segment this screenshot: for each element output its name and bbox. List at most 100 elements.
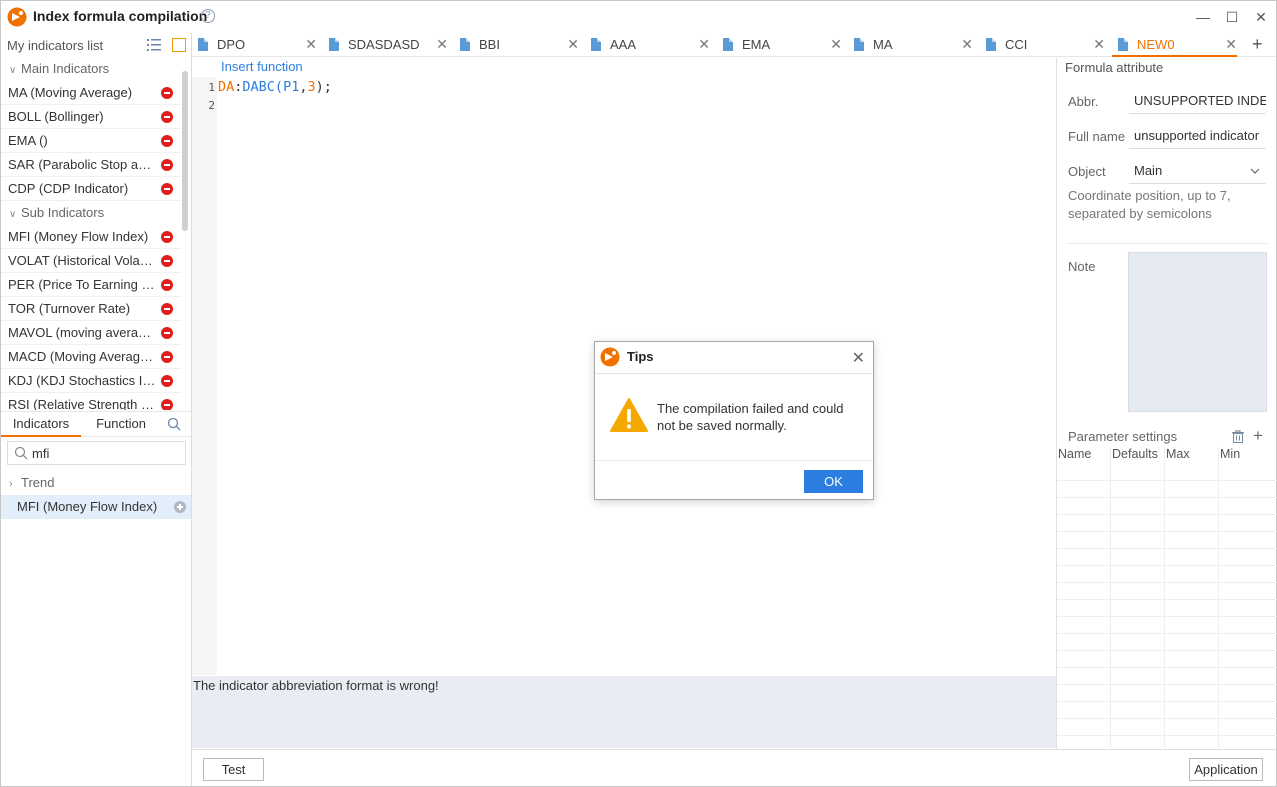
list-item-label: MAVOL (moving average volume) — [8, 325, 156, 340]
list-item[interactable]: MA (Moving Average) — [1, 81, 181, 105]
table-row[interactable] — [1057, 600, 1277, 617]
list-item[interactable]: TOR (Turnover Rate) — [1, 297, 181, 321]
panel-toggle-icon[interactable] — [172, 38, 186, 52]
abbr-field[interactable]: UNSUPPORTED INDEX — [1129, 88, 1266, 114]
tab-dpo[interactable]: DPO ✕ — [192, 33, 317, 57]
list-item[interactable]: KDJ (KDJ Stochastics Indicator) — [1, 369, 181, 393]
group-sub-indicators[interactable]: ∨ Sub Indicators — [1, 201, 181, 225]
table-row[interactable] — [1057, 668, 1277, 685]
dialog-close-button[interactable]: ✕ — [852, 348, 865, 368]
list-item-label: VOLAT (Historical Volatility) — [8, 253, 156, 268]
delete-icon[interactable] — [161, 135, 173, 147]
list-item[interactable]: VOLAT (Historical Volatility) — [1, 249, 181, 273]
application-button[interactable]: Application — [1189, 758, 1263, 781]
list-view-icon[interactable] — [147, 38, 161, 52]
chevron-down-icon: ∨ — [9, 65, 17, 76]
delete-icon[interactable] — [161, 327, 173, 339]
fullname-label: Full name — [1068, 129, 1126, 144]
close-tab-icon[interactable]: ✕ — [961, 33, 973, 56]
note-textarea[interactable] — [1128, 252, 1267, 412]
help-icon[interactable]: ? — [201, 9, 215, 23]
document-icon — [460, 38, 470, 51]
tab-ema[interactable]: EMA ✕ — [717, 33, 842, 57]
table-row[interactable] — [1057, 719, 1277, 736]
search-input[interactable] — [32, 444, 182, 462]
tab-label: CCI — [1005, 37, 1028, 52]
table-row[interactable] — [1057, 583, 1277, 600]
insert-function-link[interactable]: Insert function — [221, 59, 303, 74]
list-item-label: TOR (Turnover Rate) — [8, 301, 131, 316]
list-item[interactable]: CDP (CDP Indicator) — [1, 177, 181, 201]
close-tab-icon[interactable]: ✕ — [436, 33, 448, 56]
close-window-button[interactable]: ✕ — [1251, 7, 1271, 27]
list-item[interactable]: SAR (Parabolic Stop and Reverse) — [1, 153, 181, 177]
table-row[interactable] — [1057, 617, 1277, 634]
document-icon — [591, 38, 601, 51]
delete-icon[interactable] — [161, 279, 173, 291]
tab-cci[interactable]: CCI ✕ — [980, 33, 1105, 57]
list-item[interactable]: MFI (Money Flow Index) — [1, 225, 181, 249]
list-item[interactable]: EMA () — [1, 129, 181, 153]
ok-button[interactable]: OK — [804, 470, 863, 493]
table-row[interactable] — [1057, 515, 1277, 532]
table-row[interactable] — [1057, 685, 1277, 702]
list-item[interactable]: BOLL (Bollinger) — [1, 105, 181, 129]
line-number: 2 — [208, 99, 215, 112]
list-item[interactable]: MACD (Moving Average Convergence) — [1, 345, 181, 369]
delete-icon[interactable] — [161, 87, 173, 99]
table-row[interactable] — [1057, 532, 1277, 549]
close-tab-icon[interactable]: ✕ — [567, 33, 579, 56]
tab-ma[interactable]: MA ✕ — [848, 33, 973, 57]
close-tab-icon[interactable]: ✕ — [1225, 33, 1237, 56]
tab-new0[interactable]: NEW0 ✕ — [1112, 33, 1237, 57]
table-row[interactable] — [1057, 651, 1277, 668]
table-row[interactable] — [1057, 549, 1277, 566]
table-row[interactable] — [1057, 481, 1277, 498]
tab-label: BBI — [479, 37, 500, 52]
close-tab-icon[interactable]: ✕ — [1093, 33, 1105, 56]
delete-icon[interactable] — [161, 159, 173, 171]
trash-icon[interactable] — [1232, 430, 1244, 443]
minimize-button[interactable]: — — [1193, 7, 1213, 27]
delete-icon[interactable] — [161, 183, 173, 195]
delete-icon[interactable] — [161, 303, 173, 315]
delete-icon[interactable] — [161, 375, 173, 387]
table-row[interactable] — [1057, 634, 1277, 651]
close-tab-icon[interactable]: ✕ — [305, 33, 317, 56]
search-result-item[interactable]: MFI (Money Flow Index) — [1, 495, 191, 519]
indicator-search-box[interactable] — [7, 441, 186, 465]
add-icon[interactable] — [174, 501, 186, 513]
maximize-button[interactable]: ☐ — [1222, 7, 1242, 27]
code-editor[interactable]: DA:DABC(P1,3); — [218, 79, 332, 95]
list-scrollbar[interactable] — [182, 71, 188, 231]
group-label: Main Indicators — [21, 61, 110, 76]
add-parameter-icon[interactable]: + — [1253, 426, 1263, 446]
delete-icon[interactable] — [161, 351, 173, 363]
close-tab-icon[interactable]: ✕ — [698, 33, 710, 56]
delete-icon[interactable] — [161, 111, 173, 123]
delete-icon[interactable] — [161, 255, 173, 267]
group-main-indicators[interactable]: ∨ Main Indicators — [1, 57, 181, 81]
object-select[interactable]: Main — [1129, 158, 1266, 184]
document-icon — [329, 38, 339, 51]
add-tab-button[interactable]: + — [1252, 34, 1263, 54]
table-row[interactable] — [1057, 566, 1277, 583]
list-item[interactable]: RSI (Relative Strength Index) — [1, 393, 181, 410]
search-icon[interactable] — [167, 417, 181, 431]
delete-icon[interactable] — [161, 231, 173, 243]
close-tab-icon[interactable]: ✕ — [830, 33, 842, 56]
tab-function[interactable]: Function — [83, 412, 159, 437]
tab-bbi[interactable]: BBI ✕ — [454, 33, 579, 57]
table-row[interactable] — [1057, 498, 1277, 515]
delete-icon[interactable] — [161, 399, 173, 410]
fullname-field[interactable]: unsupported indicator — [1129, 123, 1266, 149]
list-item[interactable]: PER (Price To Earning Ratio) — [1, 273, 181, 297]
tab-sdasdasd[interactable]: SDASDASD ✕ — [323, 33, 448, 57]
test-button[interactable]: Test — [203, 758, 264, 781]
table-row[interactable] — [1057, 464, 1277, 481]
group-trend[interactable]: › Trend — [1, 471, 191, 495]
tab-indicators[interactable]: Indicators — [1, 412, 81, 437]
list-item[interactable]: MAVOL (moving average volume) — [1, 321, 181, 345]
table-row[interactable] — [1057, 702, 1277, 719]
tab-aaa[interactable]: AAA ✕ — [585, 33, 710, 57]
